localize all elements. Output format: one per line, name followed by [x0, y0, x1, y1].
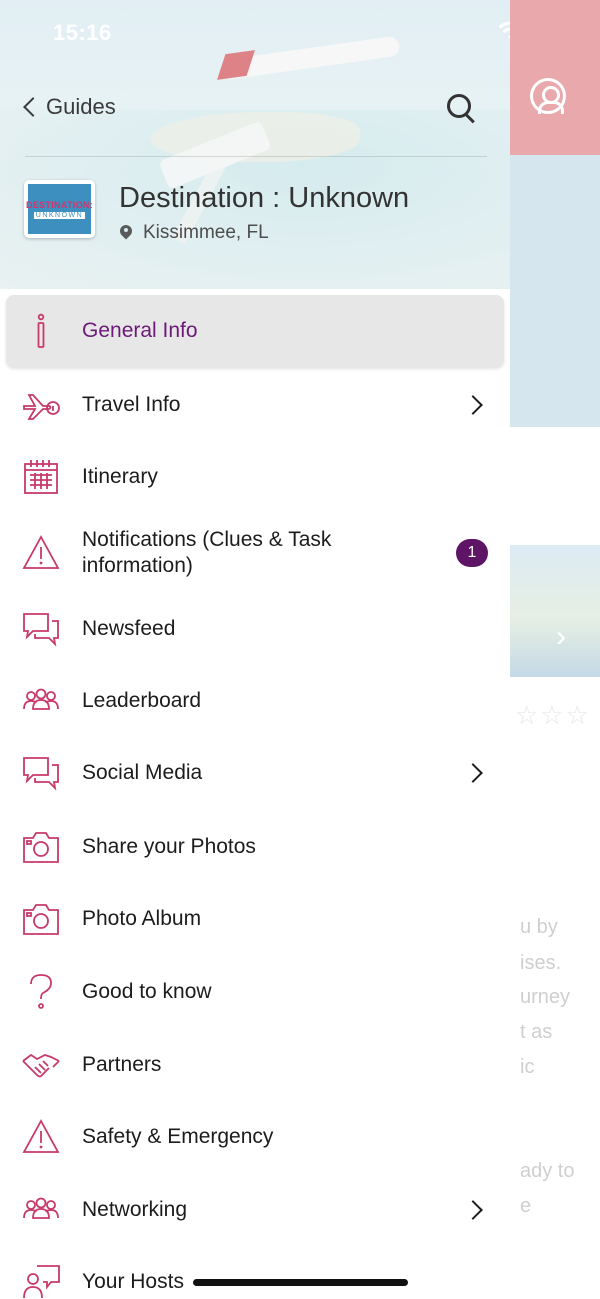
camera-icon [21, 899, 61, 939]
chat-icon [21, 609, 61, 649]
camera-icon [21, 827, 61, 867]
menu-item-travel-info[interactable]: Travel Info [0, 369, 510, 441]
menu-item-photo-album[interactable]: Photo Album [0, 883, 510, 955]
rating-stars: ☆☆☆ [515, 700, 591, 730]
menu-item-itinerary[interactable]: Itinerary [0, 441, 510, 513]
search-icon[interactable] [447, 94, 475, 122]
menu-item-label: Partners [82, 1053, 162, 1076]
background-text: urney [520, 986, 571, 1008]
menu-item-label: Notifications (Clues & Task information) [82, 528, 332, 577]
menu-item-label: Social Media [82, 761, 203, 784]
drawer-header: 15:16 Guides DESTINATION: UNKNOWN Destin… [0, 0, 510, 289]
status-icons [498, 22, 510, 44]
handshake-icon [21, 1045, 61, 1085]
background-hero-image [510, 155, 600, 427]
menu-item-label: General Info [82, 319, 198, 342]
side-drawer: 15:16 Guides DESTINATION: UNKNOWN Destin… [0, 0, 510, 1299]
profile-icon[interactable] [530, 78, 566, 114]
chevron-right-icon [463, 763, 483, 783]
chevron-left-icon [23, 97, 43, 117]
plane-info-icon [21, 385, 61, 425]
back-button[interactable]: Guides [22, 94, 116, 120]
menu-item-good-to-know[interactable]: Good to know [0, 956, 510, 1028]
back-label: Guides [46, 94, 116, 119]
menu-item-notifications[interactable]: Notifications (Clues & Task information)… [0, 513, 510, 593]
people-icon [21, 1190, 61, 1230]
location-label: Kissimmee, FL [143, 222, 269, 243]
menu-item-social-media[interactable]: Social Media [0, 737, 510, 809]
menu-item-general-info[interactable]: General Info [6, 295, 504, 367]
menu-item-networking[interactable]: Networking [0, 1174, 510, 1246]
chevron-right-icon [463, 1200, 483, 1220]
menu-item-partners[interactable]: Partners [0, 1029, 510, 1101]
background-text: e [520, 1195, 532, 1217]
home-indicator [193, 1279, 408, 1286]
background-text: ady to [520, 1160, 575, 1182]
menu-item-label: Itinerary [82, 465, 158, 488]
menu-item-label: Share your Photos [82, 835, 256, 858]
menu-item-label: Networking [82, 1198, 188, 1221]
info-icon [21, 311, 61, 351]
chat-icon [21, 753, 61, 793]
background-text: ises. [520, 952, 562, 974]
menu-item-your-hosts[interactable]: Your Hosts [0, 1246, 510, 1299]
status-time: 15:16 [53, 20, 112, 45]
host-icon [21, 1262, 61, 1299]
menu-item-newsfeed[interactable]: Newsfeed [0, 593, 510, 665]
guide-logo: DESTINATION: UNKNOWN [24, 180, 95, 238]
menu-item-safety-emergency[interactable]: Safety & Emergency [0, 1101, 510, 1173]
menu-item-label: Good to know [82, 980, 212, 1003]
divider [25, 156, 487, 157]
menu-item-share-photos[interactable]: Share your Photos [0, 811, 510, 883]
chevron-right-icon[interactable]: › [556, 620, 566, 654]
chevron-right-icon [463, 395, 483, 415]
wifi-icon [498, 22, 510, 39]
guide-location: Kissimmee, FL [120, 222, 269, 244]
menu-item-label: Your Hosts [82, 1270, 184, 1293]
calendar-icon [21, 457, 61, 497]
menu-item-label: Newsfeed [82, 617, 176, 640]
background-text: t as [520, 1021, 553, 1043]
background-text: u by [520, 916, 558, 938]
menu-item-label: Leaderboard [82, 689, 202, 712]
background-card-image [510, 545, 600, 677]
location-pin-icon [120, 225, 132, 241]
people-icon [21, 681, 61, 721]
warning-icon [21, 533, 61, 573]
menu-item-label: Travel Info [82, 393, 181, 416]
question-icon [21, 972, 61, 1012]
menu-item-label: Photo Album [82, 907, 202, 930]
warning-icon [21, 1117, 61, 1157]
background-header [510, 0, 600, 155]
background-text: ic [520, 1056, 535, 1078]
menu-item-label: Safety & Emergency [82, 1125, 274, 1148]
notification-badge: 1 [456, 539, 488, 567]
menu-item-leaderboard[interactable]: Leaderboard [0, 665, 510, 737]
guide-title: Destination : Unknown [119, 182, 410, 214]
